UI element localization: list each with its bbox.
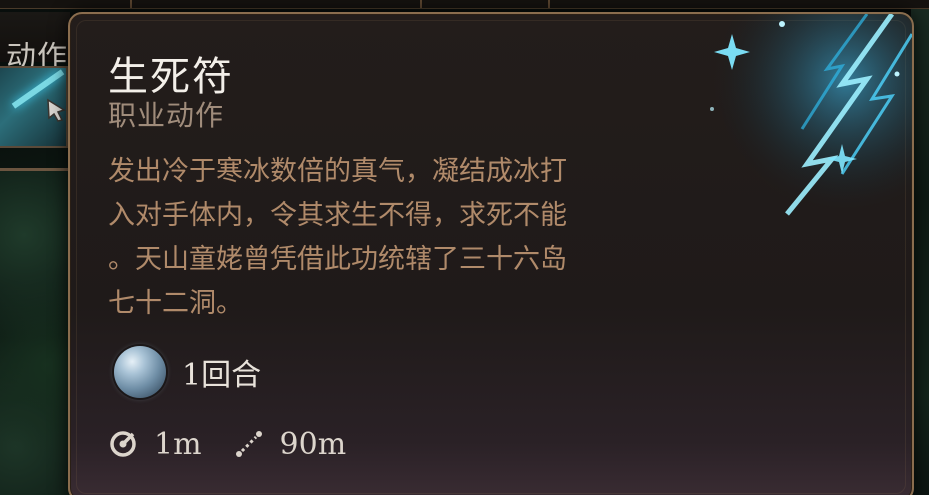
description-line: 。天山童姥曾凭借此功统辖了三十六岛 xyxy=(108,244,567,275)
hotbar-slot[interactable] xyxy=(548,0,550,8)
spell-description: 发出冷于寒冰数倍的真气，凝结成冰打 入对手体内，令其求生不得，求死不能 。天山童… xyxy=(108,150,648,326)
actions-panel-header[interactable]: 动作 xyxy=(0,12,70,75)
description-line: 发出冷于寒冰数倍的真气，凝结成冰打 xyxy=(108,156,567,187)
ranged-range-text: 90m xyxy=(279,426,347,462)
melee-range-text: 1m xyxy=(154,426,202,462)
frost-orb-icon xyxy=(114,346,166,398)
duration-row: 1回合 xyxy=(114,344,261,400)
melee-range-icon xyxy=(110,431,136,457)
description-line: 入对手体内，令其求生不得，求死不能 xyxy=(108,200,567,231)
description-line: 七十二洞。 xyxy=(108,288,243,319)
duration-text: 1回合 xyxy=(182,358,262,393)
game-screen: 动作 生死符 职业动作 发出冷于寒冰数倍的真气，凝结成冰打 入对手体内，令其求生… xyxy=(0,0,929,495)
hotbar-strip xyxy=(0,0,929,9)
panel-divider xyxy=(0,168,70,171)
hotbar-slot[interactable] xyxy=(130,0,132,8)
frost-burst-art-icon xyxy=(692,14,912,234)
ranged-distance-icon xyxy=(235,431,262,457)
hotbar-slot[interactable] xyxy=(420,0,422,8)
spell-category: 职业动作 xyxy=(108,99,225,132)
spell-tooltip: 生死符 职业动作 发出冷于寒冰数倍的真气，凝结成冰打 入对手体内，令其求生不得，… xyxy=(68,12,914,495)
range-row: 1m 90m xyxy=(108,424,378,464)
